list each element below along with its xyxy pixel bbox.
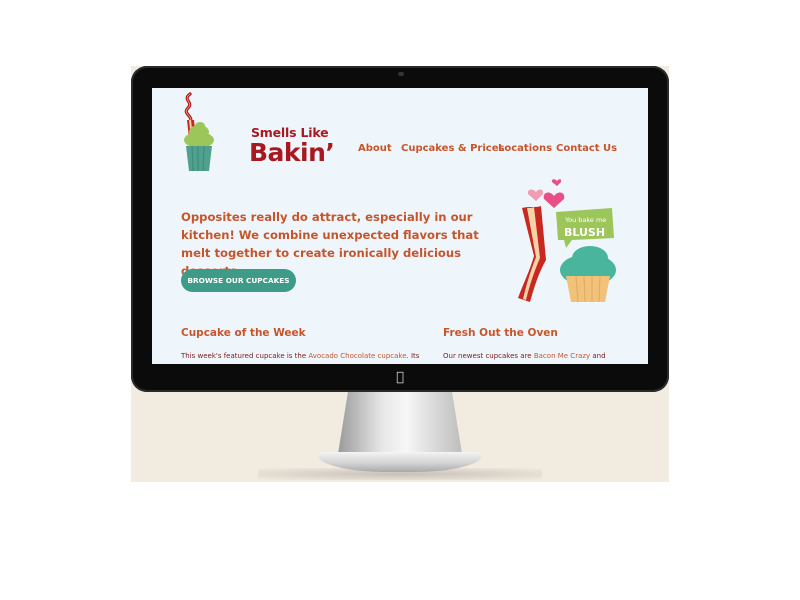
fresh-out-oven-title: Fresh Out the Oven [443, 327, 558, 339]
svg-text:You bake me: You bake me [564, 216, 606, 224]
nav-contact-us[interactable]: Contact Us [556, 143, 617, 154]
svg-text:BLUSH: BLUSH [564, 226, 605, 239]
avocado-chocolate-link[interactable]: Avocado Chocolate cupcake [308, 352, 406, 360]
camera-dot [398, 72, 404, 76]
cupcake-of-week-body: This week's featured cupcake is the Avoc… [181, 352, 420, 364]
heart-icon [543, 192, 565, 208]
apple-logo-icon:  [392, 370, 408, 386]
site-logo[interactable]: Smells Like Bakin’ [178, 88, 335, 178]
hero-illustration: You bake me BLUSH [510, 178, 620, 318]
bacon-icon [518, 206, 546, 302]
browse-cupcakes-button[interactable]: BROWSE OUR CUPCAKES [181, 269, 296, 292]
nav-locations[interactable]: Locations [498, 143, 552, 154]
cupcake-logo-icon [184, 92, 214, 172]
nav-about[interactable]: About [358, 143, 392, 154]
heart-icon [527, 189, 544, 201]
nav-cupcakes-prices[interactable]: Cupcakes & Prices [401, 143, 504, 154]
website-screen: Smells Like Bakin’ About Cupcakes & Pric… [152, 88, 648, 364]
fresh-out-oven-body: Our newest cupcakes are Bacon Me Crazy a… [443, 352, 606, 360]
heart-icon [551, 179, 562, 186]
cupcake-of-week-title: Cupcake of the Week [181, 327, 306, 339]
bacon-me-crazy-link[interactable]: Bacon Me Crazy [534, 352, 590, 360]
logo-text-line2: Bakin’ [249, 138, 335, 167]
monitor-stand [338, 392, 462, 454]
